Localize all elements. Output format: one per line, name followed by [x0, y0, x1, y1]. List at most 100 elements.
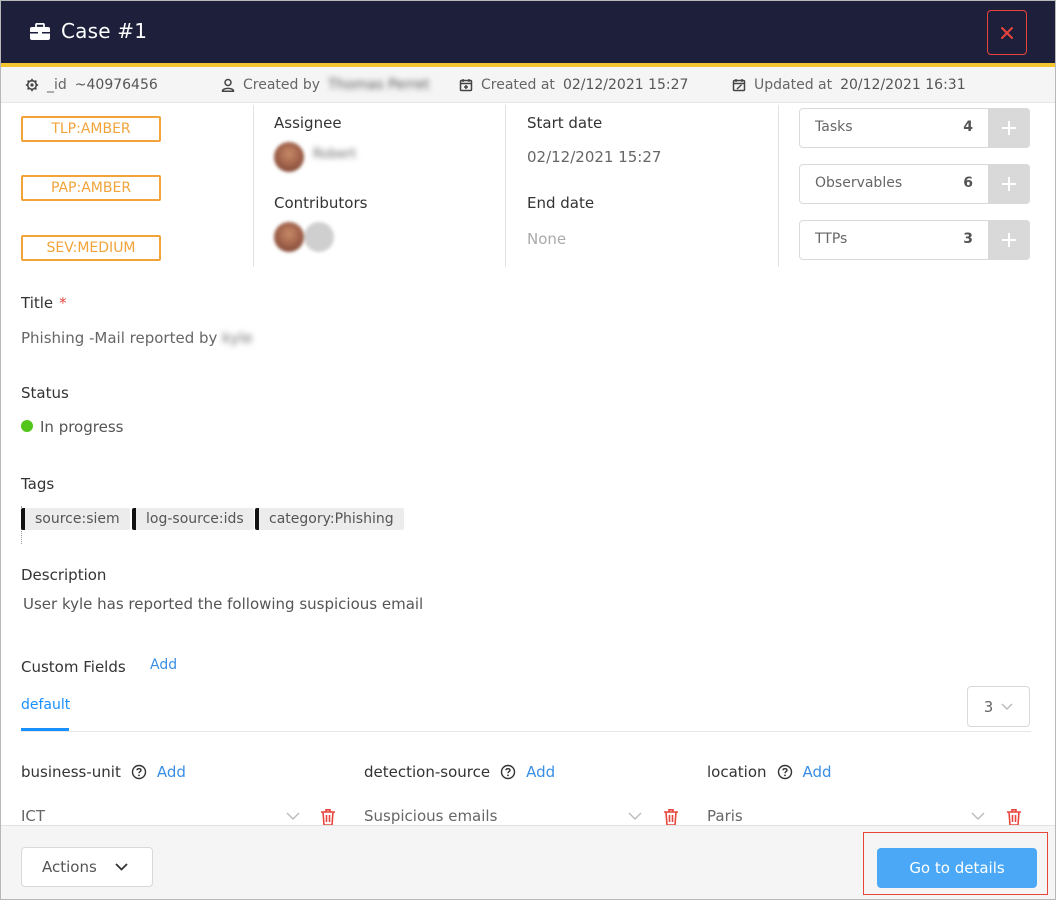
- plus-icon: [1002, 121, 1016, 135]
- add-ttp-button[interactable]: [988, 220, 1030, 260]
- title-label: Title *: [21, 294, 67, 312]
- severity-pill[interactable]: SEV:MEDIUM: [21, 235, 161, 261]
- close-button[interactable]: [987, 10, 1027, 55]
- custom-field-business-unit: business-unit Add: [21, 763, 186, 781]
- dialog-footer: Actions Go to details: [1, 825, 1055, 899]
- tasks-counter[interactable]: Tasks 4: [799, 108, 1030, 148]
- dialog-title: Case #1: [61, 19, 148, 43]
- assignee-avatar[interactable]: [274, 142, 304, 172]
- meta-updated-at-value: 20/12/2021 16:31: [840, 77, 966, 93]
- chevron-down-icon: [1001, 702, 1013, 710]
- assignee-name: Robert: [313, 147, 357, 162]
- custom-field-value[interactable]: Suspicious emails: [364, 807, 497, 825]
- columns-select-value: 3: [983, 697, 994, 716]
- tag-item[interactable]: source:siem: [21, 508, 130, 530]
- title-label-text: Title: [21, 294, 54, 312]
- meta-created-by-value: Thomas Perret: [328, 77, 430, 93]
- close-icon: [1001, 26, 1013, 39]
- add-custom-field-link[interactable]: Add: [150, 657, 177, 673]
- custom-field-name: business-unit: [21, 763, 121, 781]
- custom-field-add-link[interactable]: Add: [526, 763, 555, 781]
- meta-created-by: Created by Thomas Perret: [221, 77, 430, 93]
- title-value[interactable]: Phishing -Mail reported by kyle: [21, 329, 253, 347]
- tag-item[interactable]: log-source:ids: [132, 508, 254, 530]
- meta-created-at-label: Created at: [481, 77, 555, 93]
- custom-field-location: location Add: [707, 763, 832, 781]
- plus-icon: [1002, 177, 1016, 191]
- custom-fields-label: Custom Fields: [21, 658, 126, 676]
- chevron-down-icon: [115, 863, 128, 871]
- observables-counter[interactable]: Observables 6: [799, 164, 1030, 204]
- actions-dropdown[interactable]: Actions: [21, 847, 153, 887]
- scrollbar-track[interactable]: [1051, 105, 1055, 825]
- custom-field-add-link[interactable]: Add: [157, 763, 186, 781]
- custom-field-add-link[interactable]: Add: [803, 763, 832, 781]
- status-label: Status: [21, 384, 69, 402]
- chevron-down-icon[interactable]: [971, 812, 985, 821]
- description-value[interactable]: User kyle has reported the following sus…: [23, 595, 423, 613]
- case-preview-dialog: Case #1 _id ~40976456 Created by Thomas …: [0, 0, 1056, 900]
- meta-created-at-value: 02/12/2021 15:27: [562, 77, 689, 93]
- meta-created-by-label: Created by: [243, 77, 321, 93]
- meta-created-at: Created at 02/12/2021 15:27: [459, 77, 688, 93]
- chevron-down-icon[interactable]: [286, 812, 300, 821]
- contributors-label: Contributors: [274, 194, 368, 212]
- help-icon[interactable]: [777, 764, 793, 780]
- assignee-label: Assignee: [274, 114, 342, 132]
- title-value-text: Phishing -Mail reported by: [21, 329, 218, 347]
- meta-id-value: ~40976456: [74, 77, 158, 93]
- trash-icon[interactable]: [663, 808, 679, 826]
- tab-divider: [21, 731, 1031, 732]
- gear-icon: [25, 78, 39, 92]
- observables-count: 6: [963, 175, 973, 191]
- custom-field-value[interactable]: Paris: [707, 807, 743, 825]
- start-date-value[interactable]: 02/12/2021 15:27: [527, 148, 661, 166]
- start-date-label: Start date: [527, 114, 603, 132]
- custom-field-name: detection-source: [364, 763, 491, 781]
- status-value[interactable]: In progress: [40, 418, 123, 436]
- contributor-avatar[interactable]: [274, 222, 304, 252]
- add-task-button[interactable]: [988, 108, 1030, 148]
- custom-field-detection-source: detection-source Add: [364, 763, 555, 781]
- custom-field-name: location: [707, 763, 767, 781]
- tag-item[interactable]: category:Phishing: [255, 508, 404, 530]
- help-icon[interactable]: [131, 764, 147, 780]
- required-mark: *: [59, 294, 67, 312]
- tasks-label: Tasks: [815, 119, 853, 135]
- trash-icon[interactable]: [320, 808, 336, 826]
- dialog-header: Case #1: [1, 1, 1055, 63]
- divider: [505, 105, 506, 267]
- ttps-label: TTPs: [815, 231, 848, 247]
- divider: [778, 105, 779, 267]
- tags-label: Tags: [21, 475, 55, 493]
- meta-id-label: _id: [47, 77, 67, 93]
- ttps-count: 3: [963, 231, 973, 247]
- go-to-details-button[interactable]: Go to details: [877, 848, 1037, 888]
- tasks-count: 4: [963, 119, 973, 135]
- pap-pill[interactable]: PAP:AMBER: [21, 175, 161, 201]
- tab-default[interactable]: default: [21, 697, 70, 713]
- calendar-plus-icon: [459, 79, 473, 92]
- title-value-redacted: kyle: [222, 329, 253, 347]
- meta-updated-at: Updated at 20/12/2021 16:31: [732, 77, 966, 93]
- divider: [253, 105, 254, 267]
- plus-icon: [1002, 233, 1016, 247]
- briefcase-icon: [30, 23, 50, 40]
- trash-icon[interactable]: [1006, 808, 1022, 826]
- end-date-label: End date: [527, 194, 595, 212]
- add-observable-button[interactable]: [988, 164, 1030, 204]
- help-icon[interactable]: [500, 764, 516, 780]
- observables-label: Observables: [815, 175, 903, 191]
- actions-label: Actions: [42, 858, 97, 876]
- custom-field-value[interactable]: ICT: [21, 807, 45, 825]
- end-date-value[interactable]: None: [527, 230, 566, 248]
- contributor-avatar[interactable]: [304, 222, 334, 252]
- description-label: Description: [21, 566, 107, 584]
- calendar-edit-icon: [732, 79, 746, 92]
- columns-select[interactable]: 3: [967, 686, 1030, 727]
- tlp-pill[interactable]: TLP:AMBER: [21, 116, 161, 142]
- ttps-counter[interactable]: TTPs 3: [799, 220, 1030, 260]
- meta-id: _id ~40976456: [25, 77, 158, 93]
- chevron-down-icon[interactable]: [628, 812, 642, 821]
- status-dot: [21, 420, 33, 432]
